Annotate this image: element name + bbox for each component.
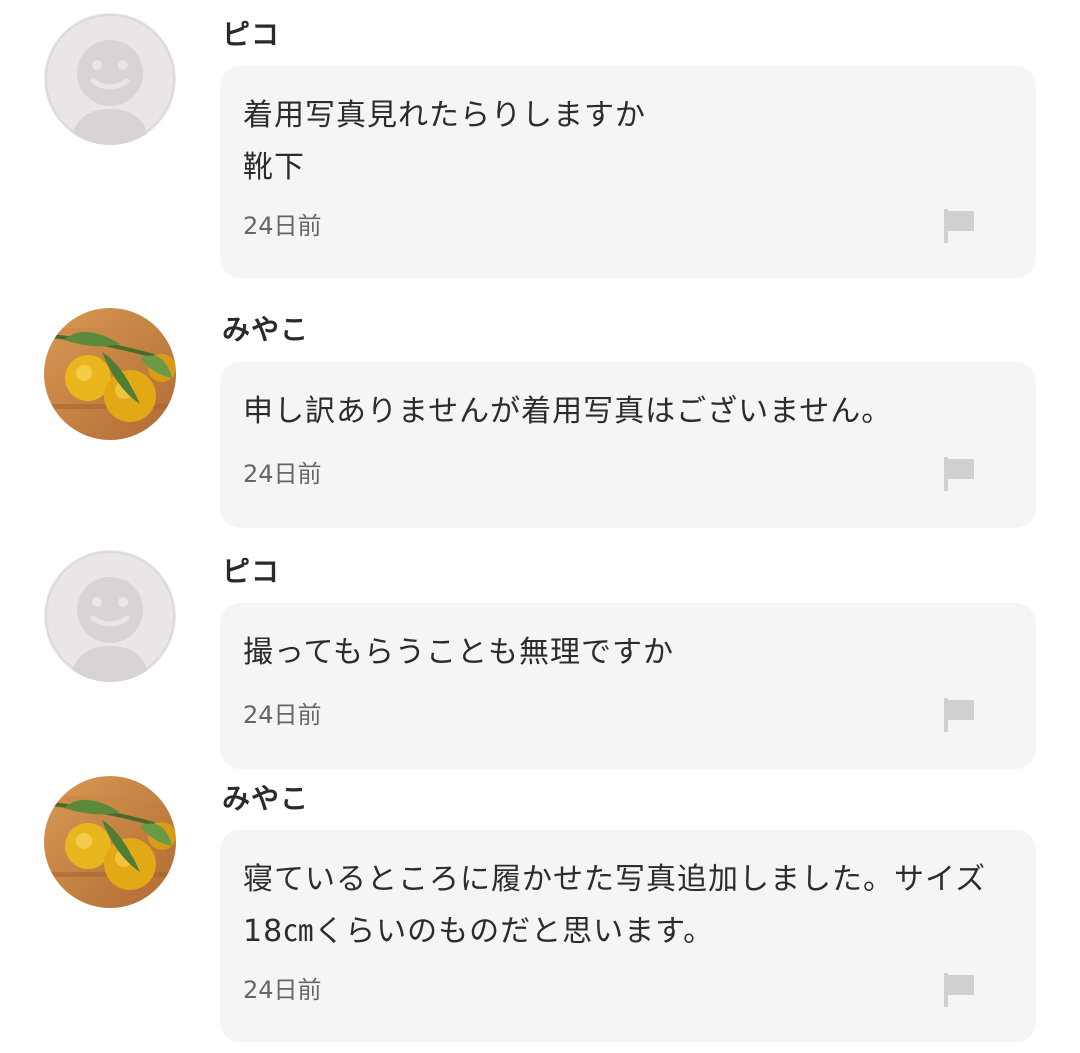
comment-text: 着用写真見れたらりしますか 靴下 xyxy=(243,98,646,185)
citrus-photo-avatar[interactable] xyxy=(44,776,176,908)
comment-bubble: 撮ってもらうことも無理ですか 24日前 xyxy=(220,603,1036,769)
flag-icon[interactable] xyxy=(940,454,980,494)
comment-timestamp: 24日前 xyxy=(243,701,322,729)
comment-text: 寝ているところに履かせた写真追加しました。サイズ18㎝くらいのものだと思います。 xyxy=(243,862,987,949)
flag-icon[interactable] xyxy=(940,970,980,1010)
comment-author[interactable]: ピコ xyxy=(222,554,280,590)
comment-bubble: 寝ているところに履かせた写真追加しました。サイズ18㎝くらいのものだと思います。… xyxy=(220,830,1036,1042)
comment-bubble: 着用写真見れたらりしますか 靴下 24日前 xyxy=(220,66,1036,278)
comment-author[interactable]: みやこ xyxy=(222,781,309,817)
citrus-photo-avatar[interactable] xyxy=(44,308,176,440)
default-avatar-icon[interactable] xyxy=(44,13,176,145)
default-avatar-icon[interactable] xyxy=(44,550,176,682)
comment-author[interactable]: ピコ xyxy=(222,17,280,53)
comment-bubble: 申し訳ありませんが着用写真はございません。 24日前 xyxy=(220,362,1036,528)
comment-timestamp: 24日前 xyxy=(243,460,322,488)
comment-timestamp: 24日前 xyxy=(243,976,322,1004)
comment-text: 申し訳ありませんが着用写真はございません。 xyxy=(243,394,893,429)
comment-timestamp: 24日前 xyxy=(243,212,322,240)
comment-text: 撮ってもらうことも無理ですか xyxy=(243,635,674,670)
flag-icon[interactable] xyxy=(940,206,980,246)
flag-icon[interactable] xyxy=(940,695,980,735)
comment-author[interactable]: みやこ xyxy=(222,312,309,348)
